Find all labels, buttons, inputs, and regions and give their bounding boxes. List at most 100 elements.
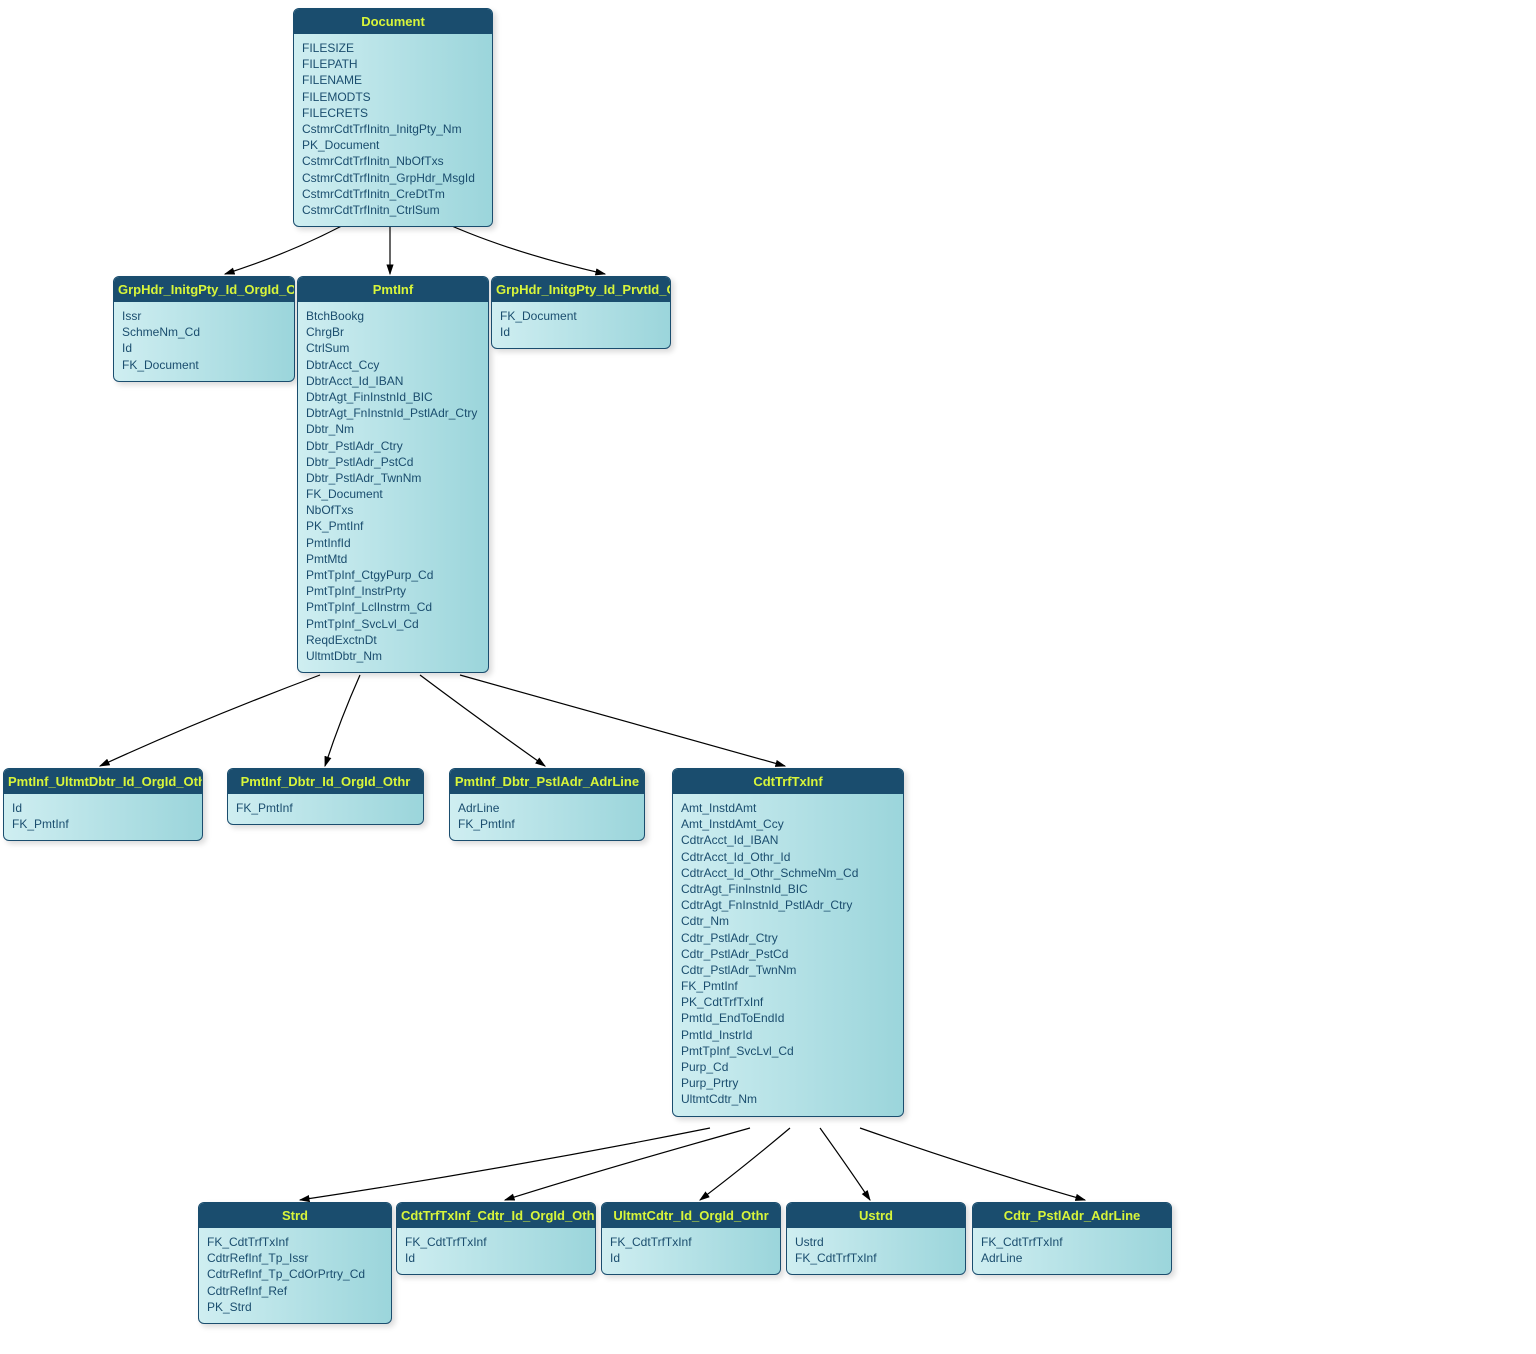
entity-field: CdtrAgt_FinInstnId_BIC xyxy=(681,881,895,897)
entity-field: FK_CdtTrfTxInf xyxy=(795,1250,957,1266)
entity-pmtinf: PmtInf BtchBookgChrgBrCtrlSumDbtrAcct_Cc… xyxy=(297,276,489,673)
entity-header: Strd xyxy=(199,1203,391,1228)
entity-field: Cdtr_PstlAdr_TwnNm xyxy=(681,962,895,978)
entity-field: FK_Document xyxy=(122,357,286,373)
entity-document: Document FILESIZEFILEPATHFILENAMEFILEMOD… xyxy=(293,8,493,227)
entity-field: FK_PmtInf xyxy=(236,800,415,816)
entity-field: PmtId_EndToEndId xyxy=(681,1010,895,1026)
entity-field: CdtrRefInf_Tp_CdOrPrtry_Cd xyxy=(207,1266,383,1282)
entity-fields: FK_CdtTrfTxInfId xyxy=(397,1228,595,1274)
entity-field: PmtInfId xyxy=(306,535,480,551)
entity-field: Amt_InstdAmt_Ccy xyxy=(681,816,895,832)
entity-field: FILEPATH xyxy=(302,56,484,72)
entity-field: FILECRETS xyxy=(302,105,484,121)
entity-header: PmtInf_Dbtr_Id_OrgId_Othr xyxy=(228,769,423,794)
entity-fields: FK_CdtTrfTxInfCdtrRefInf_Tp_IssrCdtrRefI… xyxy=(199,1228,391,1323)
entity-header: Ustrd xyxy=(787,1203,965,1228)
entity-grphdr-orgid: GrpHdr_InitgPty_Id_OrgId_Othr IssrSchmeN… xyxy=(113,276,295,382)
entity-field: Dbtr_Nm xyxy=(306,421,480,437)
entity-header: PmtInf_UltmtDbtr_Id_OrgId_Othr xyxy=(4,769,202,794)
entity-pmtinf-dbtr-adrline: PmtInf_Dbtr_PstlAdr_AdrLine AdrLineFK_Pm… xyxy=(449,768,645,841)
entity-field: CdtrAgt_FnInstnId_PstlAdr_Ctry xyxy=(681,897,895,913)
entity-field: BtchBookg xyxy=(306,308,480,324)
entity-field: Id xyxy=(12,800,194,816)
entity-field: FK_CdtTrfTxInf xyxy=(981,1234,1163,1250)
entity-field: Dbtr_PstlAdr_PstCd xyxy=(306,454,480,470)
entity-field: CstmrCdtTrfInitn_GrpHdr_MsgId xyxy=(302,170,484,186)
entity-field: FK_CdtTrfTxInf xyxy=(610,1234,772,1250)
entity-field: DbtrAgt_FnInstnId_PstlAdr_Ctry xyxy=(306,405,480,421)
entity-field: PK_PmtInf xyxy=(306,518,480,534)
entity-ustrd: Ustrd UstrdFK_CdtTrfTxInf xyxy=(786,1202,966,1275)
entity-fields: FK_DocumentId xyxy=(492,302,670,348)
entity-field: CdtrAcct_Id_Othr_Id xyxy=(681,849,895,865)
entity-field: PmtTpInf_InstrPrty xyxy=(306,583,480,599)
entity-field: CdtrRefInf_Tp_Issr xyxy=(207,1250,383,1266)
entity-header: GrpHdr_InitgPty_Id_OrgId_Othr xyxy=(114,277,294,302)
entity-field: FILENAME xyxy=(302,72,484,88)
entity-header: PmtInf xyxy=(298,277,488,302)
entity-field: PmtMtd xyxy=(306,551,480,567)
entity-field: CstmrCdtTrfInitn_NbOfTxs xyxy=(302,153,484,169)
entity-fields: UstrdFK_CdtTrfTxInf xyxy=(787,1228,965,1274)
entity-field: FILEMODTS xyxy=(302,89,484,105)
entity-field: Cdtr_PstlAdr_PstCd xyxy=(681,946,895,962)
connector-layer xyxy=(0,0,1536,1354)
entity-field: PmtTpInf_CtgyPurp_Cd xyxy=(306,567,480,583)
entity-header: CdtTrfTxInf xyxy=(673,769,903,794)
entity-field: CstmrCdtTrfInitn_InitgPty_Nm xyxy=(302,121,484,137)
entity-fields: Amt_InstdAmtAmt_InstdAmt_Ccy CdtrAcct_Id_… xyxy=(673,794,903,1116)
entity-field: FK_Document xyxy=(306,486,480,502)
entity-cdttrftxinf: CdtTrfTxInf Amt_InstdAmtAmt_InstdAmt_Ccy… xyxy=(672,768,904,1117)
entity-field: PmtTpInf_SvcLvl_Cd xyxy=(681,1043,895,1059)
entity-field: NbOfTxs xyxy=(306,502,480,518)
entity-ultmtcdtr-orgid: UltmtCdtr_Id_OrgId_Othr FK_CdtTrfTxInfId xyxy=(601,1202,781,1275)
entity-field: UltmtDbtr_Nm xyxy=(306,648,480,664)
entity-field: FK_CdtTrfTxInf xyxy=(405,1234,587,1250)
entity-header: Cdtr_PstlAdr_AdrLine xyxy=(973,1203,1171,1228)
entity-field: PK_CdtTrfTxInf xyxy=(681,994,895,1010)
entity-field: FK_Document xyxy=(500,308,662,324)
entity-field: PmtTpInf_SvcLvl_Cd xyxy=(306,616,480,632)
entity-field: DbtrAgt_FinInstnId_BIC xyxy=(306,389,480,405)
entity-field: PK_Document xyxy=(302,137,484,153)
entity-pmtinf-ultmtdbtr-orgid: PmtInf_UltmtDbtr_Id_OrgId_Othr IdFK_PmtI… xyxy=(3,768,203,841)
entity-field: Dbtr_PstlAdr_Ctry xyxy=(306,438,480,454)
entity-field: Cdtr_Nm xyxy=(681,913,895,929)
entity-field: CtrlSum xyxy=(306,340,480,356)
entity-fields: IssrSchmeNm_CdIdFK_Document xyxy=(114,302,294,381)
entity-field: FK_CdtTrfTxInf xyxy=(207,1234,383,1250)
entity-field: Cdtr_PstlAdr_Ctry xyxy=(681,930,895,946)
entity-header: UltmtCdtr_Id_OrgId_Othr xyxy=(602,1203,780,1228)
entity-field: FK_PmtInf xyxy=(12,816,194,832)
entity-field: CstmrCdtTrfInitn_CreDtTm xyxy=(302,186,484,202)
entity-field: CstmrCdtTrfInitn_CtrlSum xyxy=(302,202,484,218)
entity-field: Id xyxy=(500,324,662,340)
entity-header: CdtTrfTxInf_Cdtr_Id_OrgId_Othr xyxy=(397,1203,595,1228)
entity-field: Dbtr_PstlAdr_TwnNm xyxy=(306,470,480,486)
entity-field: Amt_InstdAmt xyxy=(681,800,895,816)
entity-fields: IdFK_PmtInf xyxy=(4,794,202,840)
entity-fields: FK_CdtTrfTxInfAdrLine xyxy=(973,1228,1171,1274)
entity-field: AdrLine xyxy=(458,800,636,816)
entity-field: Id xyxy=(405,1250,587,1266)
entity-grphdr-prvtid: GrpHdr_InitgPty_Id_PrvtId_Othr FK_Docume… xyxy=(491,276,671,349)
entity-field: PmtId_InstrId xyxy=(681,1027,895,1043)
entity-strd: Strd FK_CdtTrfTxInfCdtrRefInf_Tp_IssrCdt… xyxy=(198,1202,392,1324)
entity-header: PmtInf_Dbtr_PstlAdr_AdrLine xyxy=(450,769,644,794)
entity-field: DbtrAcct_Id_IBAN xyxy=(306,373,480,389)
entity-field: FK_PmtInf xyxy=(681,978,895,994)
entity-field: DbtrAcct_Ccy xyxy=(306,357,480,373)
entity-field: PK_Strd xyxy=(207,1299,383,1315)
entity-field: CdtrRefInf_Ref xyxy=(207,1283,383,1299)
entity-fields: FK_CdtTrfTxInfId xyxy=(602,1228,780,1274)
entity-field: Issr xyxy=(122,308,286,324)
entity-field: CdtrAcct_Id_Othr_SchmeNm_Cd xyxy=(681,865,895,881)
entity-field: ChrgBr xyxy=(306,324,480,340)
entity-field: FK_PmtInf xyxy=(458,816,636,832)
entity-cdtr-pstladr-adrline: Cdtr_PstlAdr_AdrLine FK_CdtTrfTxInfAdrLi… xyxy=(972,1202,1172,1275)
entity-field: AdrLine xyxy=(981,1250,1163,1266)
entity-field: UltmtCdtr_Nm xyxy=(681,1091,895,1107)
entity-field: Id xyxy=(610,1250,772,1266)
entity-header: GrpHdr_InitgPty_Id_PrvtId_Othr xyxy=(492,277,670,302)
